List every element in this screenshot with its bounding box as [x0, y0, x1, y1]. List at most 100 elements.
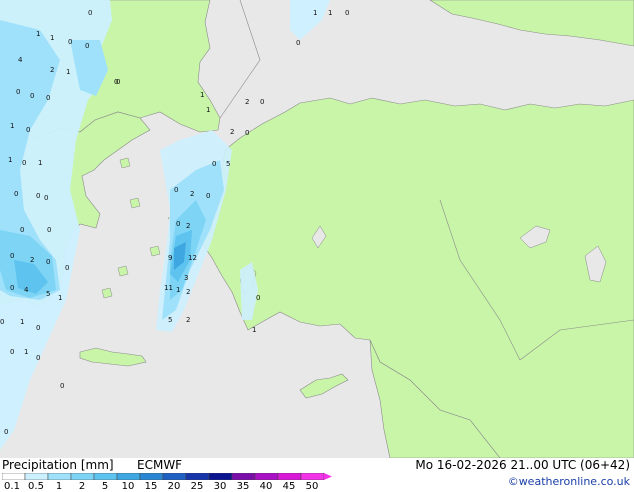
precip-value: 9	[168, 254, 172, 262]
precip-value: 0	[174, 186, 178, 194]
precip-value: 0	[345, 9, 349, 17]
scale-tick-label: 1	[55, 481, 63, 492]
precip-value: 1	[20, 318, 24, 326]
precip-value: 0	[296, 39, 300, 47]
scale-tick-label: 0.1	[4, 481, 20, 492]
precip-value: 0	[36, 192, 40, 200]
scale-swatch	[47, 473, 72, 480]
scale-tick-label: 30	[213, 481, 227, 492]
scale-swatch	[162, 473, 187, 480]
precip-value: 0	[176, 220, 180, 228]
precip-value: 3	[184, 274, 188, 282]
scale-tick-label: 25	[190, 481, 204, 492]
precip-value: 2	[245, 98, 249, 106]
legend-title: Precipitation [mm]	[2, 458, 114, 472]
color-scale-bar	[2, 473, 332, 480]
scale-swatch	[254, 473, 279, 480]
model-name: ECMWF	[137, 458, 183, 472]
scale-swatch	[185, 473, 210, 480]
precip-value: 0	[20, 226, 24, 234]
precip-value: 0	[47, 226, 51, 234]
precip-value: 5	[226, 160, 230, 168]
scale-swatch	[231, 473, 256, 480]
precip-value: 0	[36, 324, 40, 332]
scale-swatch	[139, 473, 164, 480]
precip-value: 1	[313, 9, 317, 17]
precip-value: 0	[26, 126, 30, 134]
precip-value: 0	[46, 94, 50, 102]
precip-value: 0	[256, 294, 260, 302]
precip-value: 0	[46, 258, 50, 266]
scale-tick-label: 0.5	[28, 481, 44, 492]
precip-value: 1	[176, 286, 180, 294]
precip-value: 0	[44, 194, 48, 202]
scale-tick-label: 15	[144, 481, 158, 492]
precip-value: 0	[10, 284, 14, 292]
scale-tick-label: 2	[78, 481, 86, 492]
scale-swatch	[70, 473, 95, 480]
precip-value: 5	[46, 290, 50, 298]
valid-datetime: Mo 16-02-2026 21..00 UTC (06+42)	[415, 458, 630, 472]
precip-value: 0	[206, 192, 210, 200]
precip-value: 2	[190, 190, 194, 198]
precip-value: 11	[164, 284, 173, 292]
precip-value: 0	[36, 354, 40, 362]
scale-tick-label: 45	[282, 481, 296, 492]
precip-value: 0	[85, 42, 89, 50]
precip-value: 0	[245, 129, 249, 137]
precip-value: 0	[65, 264, 69, 272]
scale-swatch	[2, 473, 26, 480]
precip-value: 0	[10, 252, 14, 260]
legend-panel: Precipitation [mm] ECMWF Mo 16-02-2026 2…	[0, 458, 634, 492]
precip-value: 2	[230, 128, 234, 136]
precip-value: 0	[14, 190, 18, 198]
scale-swatch	[116, 473, 141, 480]
precip-value: 0	[116, 78, 120, 86]
precip-value: 1	[252, 326, 256, 334]
precip-value: 1	[36, 30, 40, 38]
precip-value: 0	[10, 348, 14, 356]
precip-value: 4	[18, 56, 23, 64]
precipitation-map: 1100411002100001010100002000250200200020…	[0, 0, 634, 458]
scale-tick-label: 5	[101, 481, 109, 492]
scale-tick-label: 20	[167, 481, 181, 492]
scale-swatch	[300, 473, 325, 480]
precip-value: 0	[60, 382, 64, 390]
precip-value: 2	[30, 256, 34, 264]
precip-value: 0	[88, 9, 92, 17]
scale-tick-label: 35	[236, 481, 250, 492]
precip-value: 5	[168, 316, 172, 324]
precip-value: 2	[186, 288, 190, 296]
precip-value: 1	[8, 156, 12, 164]
precip-value: 1	[58, 294, 62, 302]
precip-value: 2	[186, 222, 190, 230]
precip-value: 1	[66, 68, 70, 76]
scale-swatch	[208, 473, 233, 480]
precip-value: 0	[16, 88, 20, 96]
precip-value: 2	[50, 66, 54, 74]
precip-value: 1	[50, 34, 54, 42]
precip-value: 2	[186, 316, 190, 324]
precip-value: 1	[38, 159, 42, 167]
map-canvas: 1 1 0041 1 0 02 100 0 01 01 0 10 00 02 000250200200020…	[0, 0, 634, 458]
scale-arrow	[324, 473, 332, 480]
scale-swatch	[93, 473, 118, 480]
precip-value: 0	[0, 318, 4, 326]
precip-value: 0	[260, 98, 264, 106]
scale-swatch	[24, 473, 49, 480]
precip-value: 0	[68, 38, 72, 46]
precip-value: 0	[4, 428, 8, 436]
precip-value: 4	[24, 286, 29, 294]
precip-value: 12	[188, 254, 197, 262]
precip-value: 1	[200, 91, 204, 99]
scale-tick-label: 50	[305, 481, 319, 492]
site-credit-link[interactable]: ©weatheronline.co.uk	[508, 475, 630, 488]
precip-value: 1	[24, 348, 28, 356]
scale-tick-label: 10	[121, 481, 135, 492]
precip-value: 1	[206, 106, 210, 114]
scale-tick-label: 40	[259, 481, 273, 492]
precip-value: 0	[22, 159, 26, 167]
precip-value: 0	[212, 160, 216, 168]
scale-swatch	[277, 473, 302, 480]
precip-value: 1	[328, 9, 332, 17]
